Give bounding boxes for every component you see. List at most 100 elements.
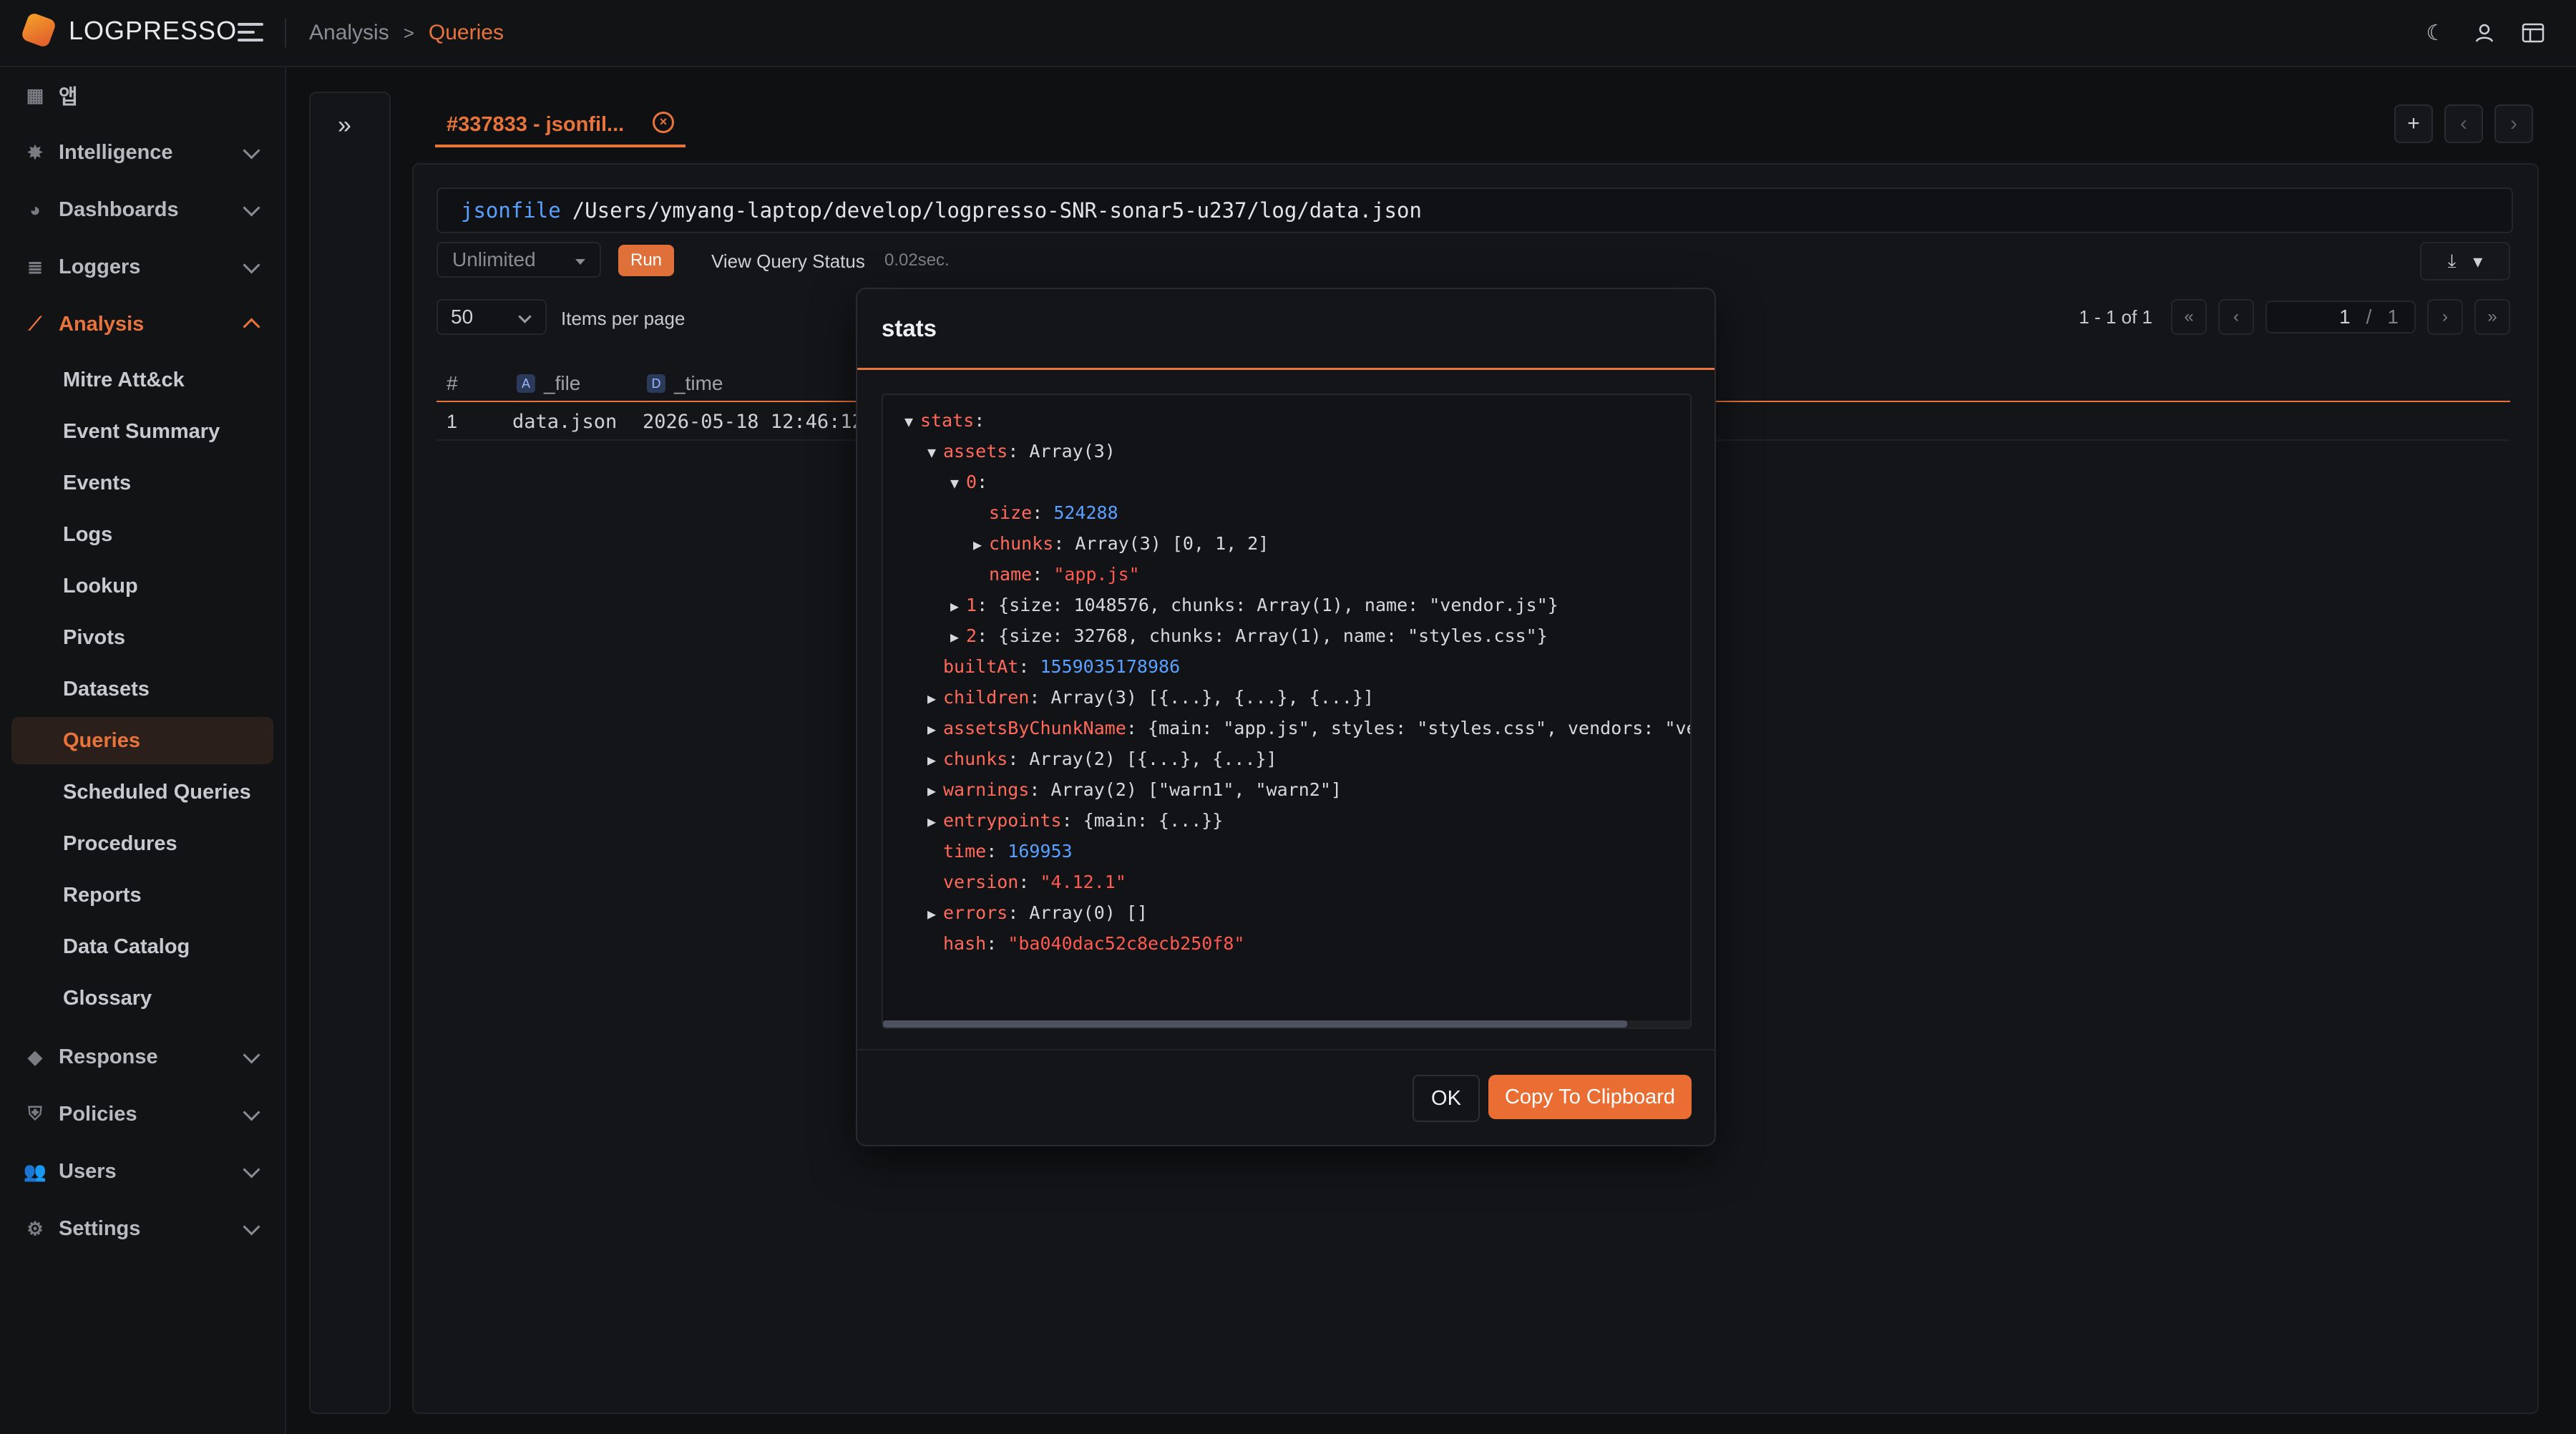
- sidebar-subitem-queries[interactable]: Queries: [11, 717, 273, 764]
- sidebar-item-intelligence[interactable]: ✸ Intelligence: [11, 127, 273, 177]
- sidebar-item-policies[interactable]: ⛨ Policies: [11, 1089, 273, 1139]
- triangle-right-icon: ▶: [927, 690, 937, 707]
- sidebar-subitem-event-summary[interactable]: Event Summary: [11, 408, 273, 455]
- sidebar-subitem-datasets[interactable]: Datasets: [11, 665, 273, 713]
- tree-node-0[interactable]: ▼ 0:: [950, 469, 987, 495]
- sidebar-item-loggers[interactable]: ≣ Loggers: [11, 242, 273, 292]
- last-page-icon[interactable]: »: [2474, 299, 2510, 335]
- tree-node-warnings[interactable]: ▶ warnings: Array(2) ["warn1", "warn2"]: [927, 777, 1342, 803]
- date-type-icon: D: [647, 374, 665, 393]
- sidebar-subitem-glossary[interactable]: Glossary: [11, 975, 273, 1022]
- ok-button[interactable]: OK: [1413, 1075, 1480, 1122]
- grid-icon: ▦: [26, 84, 44, 106]
- chevron-left-icon[interactable]: ‹: [2444, 104, 2483, 143]
- prev-page-icon[interactable]: ‹: [2218, 299, 2254, 335]
- sidebar-item-response[interactable]: ◆ Response: [11, 1032, 273, 1082]
- sidebar-subitem-reports[interactable]: Reports: [11, 872, 273, 919]
- col-file[interactable]: A _file: [517, 372, 580, 395]
- limit-value: Unlimited: [452, 248, 536, 270]
- triangle-right-icon: ▶: [927, 813, 937, 830]
- sidebar-subitem-logs[interactable]: Logs: [11, 511, 273, 558]
- sidebar-subitem-procedures[interactable]: Procedures: [11, 820, 273, 867]
- chevron-down-icon: [243, 1218, 260, 1236]
- tree-node-assets[interactable]: ▼ assets: Array(3): [927, 439, 1116, 464]
- divider: [285, 19, 286, 47]
- tab-label: #337833 - jsonfil...: [447, 112, 625, 136]
- tree-node-children[interactable]: ▶ children: Array(3) [{...}, {...}, {...}…: [927, 685, 1374, 711]
- per-page-select[interactable]: 50: [436, 299, 547, 335]
- logo-mark-icon: [21, 13, 57, 49]
- sidebar-item-apps[interactable]: ▦ 앱: [11, 70, 273, 120]
- tree-node-hash: hash: "ba040dac52c8ecb250f8": [943, 933, 1245, 954]
- expand-icon[interactable]: »: [338, 112, 351, 140]
- sidebar-subitem-scheduled-queries[interactable]: Scheduled Queries: [11, 769, 273, 816]
- scrollbar-thumb[interactable]: [883, 1020, 1627, 1028]
- sidebar-item-label: Policies: [59, 1102, 137, 1126]
- tree-node-2[interactable]: ▶ 2: {size: 32768, chunks: Array(1), name…: [950, 623, 1548, 649]
- first-page-icon[interactable]: «: [2171, 299, 2207, 335]
- chevron-right-icon[interactable]: ›: [2494, 104, 2533, 143]
- page-input[interactable]: 1 / 1: [2265, 301, 2416, 333]
- view-query-status-link[interactable]: View Query Status: [711, 250, 865, 273]
- moon-icon[interactable]: ☾: [2421, 19, 2450, 47]
- sidebar-subitem-data-catalog[interactable]: Data Catalog: [11, 923, 273, 970]
- tree-node-time: time: 169953: [943, 841, 1073, 862]
- sidebar-item-label: Dashboards: [59, 197, 179, 221]
- breadcrumb-queries[interactable]: Queries: [429, 21, 504, 45]
- col-time[interactable]: D _time: [647, 372, 723, 395]
- response-icon: ◆: [28, 1045, 42, 1068]
- sidebar-item-label: Analysis: [59, 312, 145, 336]
- elapsed-time: 0.02sec.: [884, 250, 950, 270]
- copy-to-clipboard-button[interactable]: Copy To Clipboard: [1488, 1075, 1692, 1119]
- chevron-down-icon: [518, 310, 532, 323]
- close-icon[interactable]: ×: [653, 112, 674, 133]
- json-viewer[interactable]: ▼ stats: ▼ assets: Array(3) ▼ 0: size: 5242…: [882, 394, 1692, 1029]
- cell-index: 1: [447, 411, 458, 432]
- logo[interactable]: LOGPRESSO: [21, 13, 237, 49]
- tree-node-chunks-root[interactable]: ▶ chunks: Array(2) [{...}, {...}]: [927, 746, 1277, 772]
- sidebar-subitem-lookup[interactable]: Lookup: [11, 562, 273, 610]
- sidebar-subitem-events[interactable]: Events: [11, 459, 273, 507]
- download-button[interactable]: ⤓ ▾: [2420, 242, 2510, 281]
- col-index[interactable]: #: [447, 372, 458, 395]
- triangle-right-icon: ▶: [927, 782, 937, 799]
- page-total: 1: [2387, 306, 2399, 328]
- query-editor[interactable]: jsonfile /Users/ymyang-laptop/develop/lo…: [436, 187, 2513, 233]
- triangle-right-icon: ▶: [927, 751, 937, 769]
- tree-node-assetsbychunkname[interactable]: ▶ assetsByChunkName: {main: "app.js", sty…: [927, 716, 1690, 741]
- side-rail: »: [309, 92, 391, 1414]
- triangle-right-icon: ▶: [950, 628, 960, 645]
- sidebar-subitem-pivots[interactable]: Pivots: [11, 614, 273, 661]
- next-page-icon[interactable]: ›: [2427, 299, 2463, 335]
- tree-node-stats[interactable]: ▼ stats:: [904, 408, 985, 434]
- triangle-down-icon: ▼: [950, 474, 960, 492]
- horizontal-scrollbar[interactable]: [883, 1020, 1690, 1028]
- sidebar-item-users[interactable]: 👥 Users: [11, 1146, 273, 1196]
- tree-node-chunks[interactable]: ▶ chunks: Array(3) [0, 1, 2]: [973, 531, 1269, 557]
- menu-toggle-icon[interactable]: [238, 19, 266, 47]
- sidebar-item-label: Settings: [59, 1216, 141, 1240]
- database-icon: ≣: [27, 255, 43, 278]
- limit-select[interactable]: Unlimited: [436, 242, 601, 278]
- sidebar-item-label: Response: [59, 1045, 158, 1068]
- sidebar-item-analysis[interactable]: ⟋ Analysis: [11, 299, 273, 349]
- chevron-down-icon: [243, 1103, 260, 1121]
- tab-query[interactable]: #337833 - jsonfil... ×: [435, 104, 686, 147]
- tree-node-1[interactable]: ▶ 1: {size: 1048576, chunks: Array(1), na…: [950, 592, 1558, 618]
- breadcrumb-analysis[interactable]: Analysis: [309, 21, 389, 45]
- result-count: 1 - 1 of 1: [2079, 306, 2152, 328]
- run-button[interactable]: Run: [618, 245, 674, 276]
- sidebar-item-dashboards[interactable]: ◕ Dashboards: [11, 185, 273, 235]
- sidebar-subitem-mitre[interactable]: Mitre Att&ck: [11, 356, 273, 404]
- sidebar-item-label: Users: [59, 1159, 117, 1183]
- tree-node-builtat: builtAt: 1559035178986: [943, 656, 1181, 677]
- add-tab-icon[interactable]: +: [2394, 104, 2433, 143]
- panel-icon[interactable]: [2519, 19, 2547, 47]
- sidebar-item-label: Intelligence: [59, 140, 173, 164]
- sidebar-item-settings[interactable]: ⚙ Settings: [11, 1204, 273, 1254]
- tree-node-errors[interactable]: ▶ errors: Array(0) []: [927, 900, 1148, 926]
- user-icon[interactable]: [2470, 19, 2499, 47]
- tree-node-entrypoints[interactable]: ▶ entrypoints: {main: {...}}: [927, 808, 1223, 834]
- tree-node-size: size: 524288: [989, 502, 1118, 523]
- chevron-right-icon: >: [403, 21, 414, 44]
